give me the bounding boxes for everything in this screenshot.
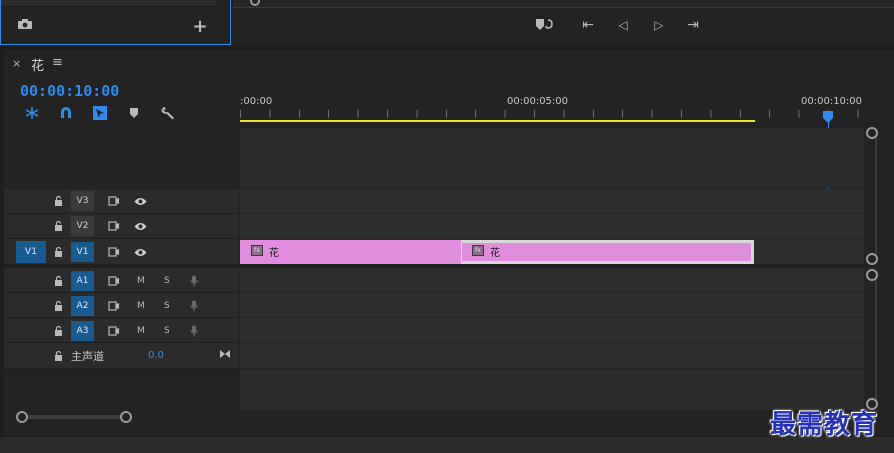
sync-lock-icon[interactable] (107, 300, 121, 312)
track-header-spacer (4, 128, 239, 188)
watermark-logo: 最需教育 (770, 410, 879, 440)
close-tab-icon[interactable]: × (12, 57, 21, 70)
add-icon[interactable]: + (191, 16, 209, 37)
linked-selection-icon[interactable] (91, 105, 109, 121)
track-label-v2[interactable]: V2 (71, 216, 94, 236)
clip-label: 花 (490, 248, 500, 259)
fx-badge: fx (472, 245, 484, 256)
project-panel: + (0, 0, 231, 45)
lock-icon[interactable] (52, 300, 64, 312)
zoom-handle-right[interactable] (120, 411, 132, 423)
snap-magnet-icon[interactable] (57, 105, 75, 121)
track-lane-a1[interactable] (240, 268, 864, 293)
clip-label: 花 (269, 248, 279, 259)
ruler-label-10s: 00:00:10:00 (801, 96, 863, 107)
sync-lock-icon[interactable] (107, 325, 121, 337)
zoom-scroll-track[interactable] (22, 415, 126, 419)
playhead-handle[interactable] (823, 108, 833, 123)
work-area-bar[interactable] (240, 120, 755, 122)
eye-icon[interactable] (133, 246, 147, 258)
go-to-end-icon[interactable] (218, 348, 232, 360)
sync-lock-icon[interactable] (107, 220, 121, 232)
track-label-a2[interactable]: A2 (71, 296, 94, 316)
mute-button[interactable]: M (137, 326, 145, 336)
track-label-a3[interactable]: A3 (71, 321, 94, 341)
camera-icon[interactable] (16, 17, 34, 31)
video-scroll-track (875, 134, 877, 258)
track-header-v3 (4, 189, 239, 214)
video-clip-selected[interactable]: fx 花 (461, 240, 754, 264)
track-lane-master[interactable] (240, 343, 864, 369)
track-label-v1[interactable]: V1 (71, 242, 94, 262)
header-empty-area (4, 369, 239, 411)
sync-lock-icon[interactable] (107, 275, 121, 287)
program-monitor: ⇤ ◁ ▷ ⇥ (233, 0, 894, 45)
track-lane-v3[interactable] (240, 189, 864, 214)
sync-lock-icon[interactable] (107, 195, 121, 207)
source-patch-v1[interactable]: V1 (16, 241, 46, 263)
track-label-a1[interactable]: A1 (71, 271, 94, 291)
go-to-in-icon[interactable]: ⇤ (578, 16, 598, 34)
zoom-handle-left[interactable] (16, 411, 28, 423)
master-volume-value[interactable]: 0.0 (148, 350, 164, 361)
bottom-status-strip (0, 437, 894, 453)
step-back-icon[interactable]: ◁ (613, 16, 633, 34)
video-scroll-handle-top[interactable] (866, 127, 878, 139)
video-empty-area[interactable] (240, 128, 864, 188)
video-clip[interactable]: fx 花 (240, 240, 461, 264)
track-label-v3[interactable]: V3 (71, 191, 94, 211)
track-header-a1 (4, 268, 239, 293)
nest-toggle-icon[interactable] (23, 105, 41, 121)
audio-scroll-handle-top[interactable] (866, 269, 878, 281)
lock-icon[interactable] (52, 220, 64, 232)
solo-button[interactable]: S (164, 326, 170, 336)
microphone-icon[interactable] (188, 299, 200, 313)
ruler-label-5s: 00:00:05:00 (507, 96, 569, 107)
eye-icon[interactable] (133, 195, 147, 207)
ruler-label-start: :00:00 (240, 96, 273, 107)
track-header-a2 (4, 293, 239, 318)
track-header-a3 (4, 318, 239, 343)
eye-icon[interactable] (133, 220, 147, 232)
solo-button[interactable]: S (164, 301, 170, 311)
go-to-out-icon[interactable]: ⇥ (683, 16, 703, 34)
microphone-icon[interactable] (188, 324, 200, 338)
mute-button[interactable]: M (137, 301, 145, 311)
fx-badge: fx (251, 245, 263, 256)
project-panel-scrollbar[interactable] (1, 0, 216, 7)
lock-icon[interactable] (52, 246, 64, 258)
wrench-icon[interactable] (159, 104, 177, 122)
track-header-v2 (4, 214, 239, 239)
step-forward-icon[interactable]: ▷ (649, 16, 669, 34)
ruler-ticks (240, 110, 864, 118)
video-vertical-scrollbar[interactable] (866, 128, 888, 266)
playhead-timecode[interactable]: 00:00:10:00 (20, 82, 119, 100)
monitor-scrub-bar[interactable] (233, 0, 894, 8)
mute-button[interactable]: M (137, 276, 145, 286)
add-marker-icon[interactable] (533, 16, 557, 34)
add-marker-icon-timeline[interactable] (127, 106, 141, 120)
sync-lock-icon[interactable] (107, 246, 121, 258)
horizontal-scrollbar[interactable] (4, 410, 864, 424)
sequence-tab-title[interactable]: 花 (31, 55, 44, 74)
lock-icon[interactable] (52, 195, 64, 207)
lock-icon[interactable] (52, 275, 64, 287)
video-scroll-handle-bottom[interactable] (866, 253, 878, 265)
audio-vertical-scrollbar[interactable] (866, 268, 888, 410)
lock-icon[interactable] (52, 350, 64, 362)
track-lane-a3[interactable] (240, 318, 864, 343)
solo-button[interactable]: S (164, 276, 170, 286)
track-lane-v2[interactable] (240, 214, 864, 239)
panel-menu-icon[interactable]: ≡ (52, 55, 63, 70)
microphone-icon[interactable] (188, 274, 200, 288)
track-header-master (4, 343, 239, 369)
audio-scroll-track (875, 275, 877, 403)
track-lane-a2[interactable] (240, 293, 864, 318)
master-track-label: 主声道 (71, 350, 104, 363)
lock-icon[interactable] (52, 325, 64, 337)
